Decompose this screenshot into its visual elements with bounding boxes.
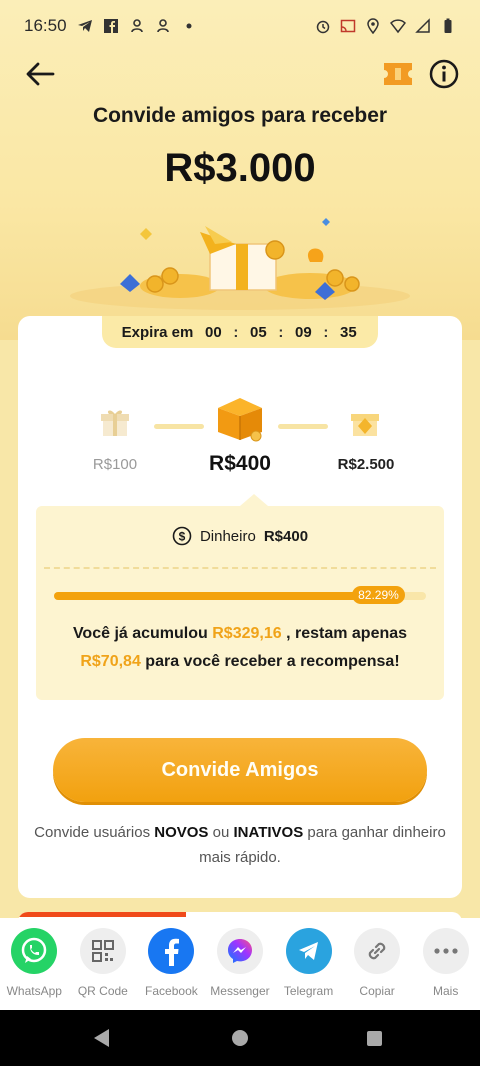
share-label: Messenger <box>210 984 270 998</box>
invite-friends-button[interactable]: Convide Amigos <box>53 738 427 802</box>
share-label: QR Code <box>77 984 128 998</box>
wifi-icon <box>390 19 406 34</box>
reward-progress-box: $ Dinheiro R$400 82.29% Você já acumulou… <box>36 494 444 700</box>
system-back-icon[interactable] <box>94 1029 109 1047</box>
progress-percent-badge: 82.29% <box>352 586 405 604</box>
svg-text:$: $ <box>179 530 186 544</box>
location-icon <box>367 18 379 34</box>
info-button[interactable] <box>428 58 460 90</box>
tier-connector <box>154 424 204 429</box>
tier-pointer <box>240 494 268 506</box>
share-whatsapp[interactable]: WhatsApp <box>2 928 66 998</box>
share-more[interactable]: Mais <box>414 928 478 998</box>
share-label: Copiar <box>359 984 395 998</box>
countdown-hours: 00 <box>205 323 222 341</box>
system-navigation-bar <box>0 1010 480 1066</box>
progress-text-2: , restam apenas <box>286 625 408 642</box>
arrow-left-icon <box>26 62 55 86</box>
reward-amount: R$3.000 <box>164 146 316 190</box>
telegram-icon <box>285 928 332 974</box>
divider <box>44 567 436 569</box>
invite-hint: Convide usuários NOVOS ou INATIVOS para … <box>34 820 446 870</box>
info-icon <box>429 59 459 89</box>
progress-text-1: Você já acumulou <box>72 625 208 642</box>
tier-label-2500: R$2.500 <box>337 456 395 473</box>
accumulated-amount: R$329,16 <box>212 625 282 642</box>
progress-text-3: para você receber a recompensa! <box>145 653 400 670</box>
treasure-illustration <box>70 218 410 310</box>
app-icon <box>130 19 143 33</box>
share-label: Mais <box>432 984 459 998</box>
gold-gift-icon[interactable] <box>348 406 382 440</box>
hint-part-2: ou <box>212 824 230 841</box>
top-navigation <box>0 52 480 96</box>
more-icon <box>422 928 469 974</box>
share-facebook[interactable]: Facebook <box>139 928 203 998</box>
back-button[interactable] <box>22 56 58 92</box>
gift-box-icon[interactable] <box>98 406 132 440</box>
dot-icon <box>186 23 192 29</box>
battery-icon <box>444 18 452 33</box>
progress-fill <box>54 592 361 600</box>
treasure-box-icon[interactable] <box>214 394 266 444</box>
reward-type-label: Dinheiro <box>199 527 256 545</box>
tier-label-100: R$100 <box>92 456 138 473</box>
status-time: 16:50 <box>24 16 67 35</box>
facebook-icon <box>103 19 118 33</box>
facebook-icon <box>148 928 195 974</box>
share-label: Telegram <box>283 984 334 998</box>
share-label: Facebook <box>145 984 198 998</box>
link-icon <box>354 928 401 974</box>
hint-bold-new: NOVOS <box>154 824 209 841</box>
system-recents-icon[interactable] <box>367 1031 382 1046</box>
invite-card: Expira em 00 : 05 : 09 : 35 R$100 R$400 … <box>18 316 462 898</box>
share-telegram[interactable]: Telegram <box>277 928 341 998</box>
reward-tiers: R$100 R$400 R$2.500 <box>18 394 462 484</box>
hint-part-1: Convide usuários <box>34 824 151 841</box>
qr-code-icon <box>79 928 126 974</box>
cast-icon <box>340 19 356 33</box>
countdown-separator: : <box>278 323 284 341</box>
share-label: WhatsApp <box>6 984 62 998</box>
countdown-seconds: 09 <box>295 323 312 341</box>
countdown-timer: Expira em 00 : 05 : 09 : 35 <box>102 316 378 348</box>
remaining-amount: R$70,84 <box>80 653 141 670</box>
countdown-centis: 35 <box>340 323 357 341</box>
messenger-icon <box>216 928 263 974</box>
share-qr-code[interactable]: QR Code <box>71 928 135 998</box>
countdown-minutes: 05 <box>250 323 267 341</box>
tier-connector <box>278 424 328 429</box>
ticket-button[interactable] <box>382 60 414 88</box>
reward-value: R$400 <box>263 527 309 545</box>
page-title: Convide amigos para receber <box>92 104 388 127</box>
hint-bold-inactive: INATIVOS <box>233 824 304 841</box>
countdown-separator: : <box>323 323 329 341</box>
alarm-icon <box>316 20 330 34</box>
telegram-icon <box>77 20 92 32</box>
app-icon <box>156 19 169 33</box>
whatsapp-icon <box>11 928 58 974</box>
countdown-label: Expira em <box>121 323 194 341</box>
status-bar: 16:50 <box>0 0 480 52</box>
progress-message: Você já acumulou R$329,16 , restam apena… <box>36 620 444 676</box>
share-copy-link[interactable]: Copiar <box>345 928 409 998</box>
signal-icon <box>415 18 430 33</box>
tier-label-400: R$400 <box>209 452 271 475</box>
share-messenger[interactable]: Messenger <box>208 928 272 998</box>
share-sheet: WhatsApp QR Code Facebook Messenger Tele… <box>0 918 480 1010</box>
ticket-icon <box>384 63 412 85</box>
system-home-icon[interactable] <box>232 1030 248 1046</box>
countdown-separator: : <box>233 323 239 341</box>
dollar-coin-icon: $ <box>172 526 192 546</box>
reward-type: $ Dinheiro R$400 <box>36 506 444 566</box>
